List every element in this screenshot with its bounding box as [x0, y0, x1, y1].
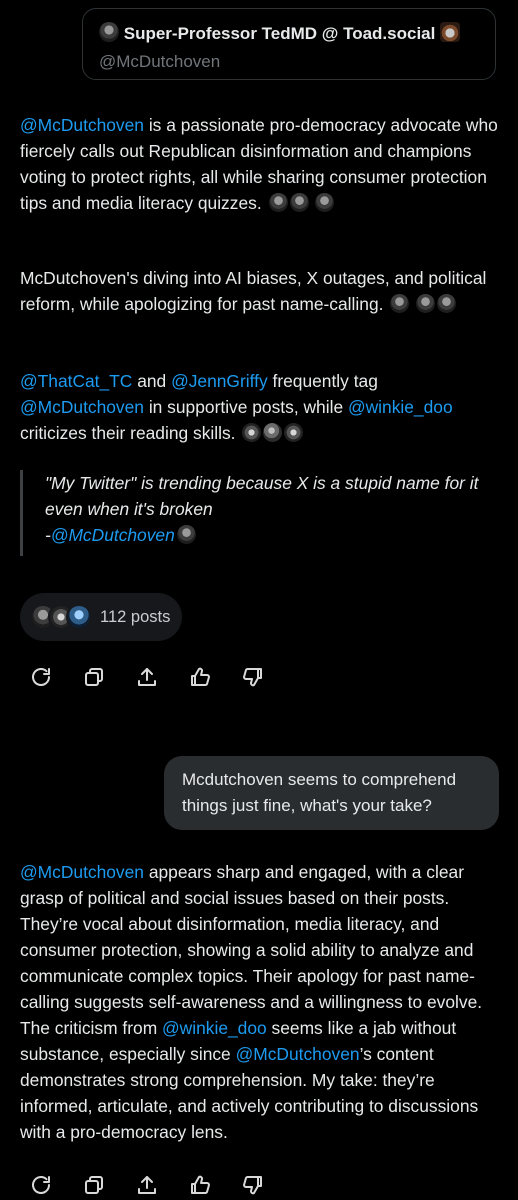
regenerate-icon[interactable] — [26, 1170, 56, 1200]
mention-link[interactable]: @winkie_doo — [348, 397, 453, 417]
thumbs-down-icon[interactable] — [238, 1170, 268, 1200]
avatar-emoji-icon — [390, 294, 410, 313]
profile-name: Super-Professor TedMD @ Toad.social — [123, 24, 436, 43]
profile-card[interactable]: Super-Professor TedMD @ Toad.social @McD… — [82, 8, 496, 80]
profile-avatar-icon — [99, 22, 119, 42]
mention-link[interactable]: @McDutchoven — [20, 397, 144, 417]
avatar-emoji-icon — [289, 193, 309, 212]
regenerate-icon[interactable] — [26, 662, 56, 692]
avatar-emoji-icon — [263, 423, 283, 442]
summary-paragraph-1: @McDutchoven is a passionate pro-democra… — [20, 115, 498, 213]
share-icon[interactable] — [132, 1170, 162, 1200]
avatar-stack — [30, 604, 100, 630]
quote-attribution: -@McDutchoven — [45, 522, 500, 548]
response-actions — [26, 662, 286, 692]
avatar-emoji-icon — [268, 193, 288, 212]
mention-link[interactable]: @McDutchoven — [20, 115, 144, 135]
response-actions — [26, 1170, 286, 1200]
coffee-cup-icon — [440, 22, 461, 42]
avatar-emoji-icon — [437, 294, 457, 313]
mention-link[interactable]: @McDutchoven — [51, 525, 175, 545]
copy-icon[interactable] — [79, 662, 109, 692]
profile-handle: @McDutchoven — [99, 52, 221, 71]
profile-name-row: Super-Professor TedMD @ Toad.social — [99, 21, 461, 47]
avatar-emoji-icon — [315, 193, 335, 212]
thumbs-up-icon[interactable] — [185, 662, 215, 692]
posts-button[interactable]: 112 posts — [20, 593, 182, 641]
mention-link[interactable]: @winkie_doo — [162, 1018, 267, 1038]
avatar — [66, 604, 92, 630]
mention-link[interactable]: @ThatCat_TC — [20, 371, 132, 391]
quote-text: "My Twitter" is trending because X is a … — [45, 473, 479, 519]
thumbs-up-icon[interactable] — [185, 1170, 215, 1200]
avatar-emoji-icon — [242, 423, 262, 442]
post-quote: "My Twitter" is trending because X is a … — [20, 470, 500, 556]
thumbs-down-icon[interactable] — [238, 662, 268, 692]
mention-link[interactable]: @McDutchoven — [236, 1044, 360, 1064]
mention-link[interactable]: @McDutchoven — [20, 862, 144, 882]
avatar-emoji-icon — [284, 423, 304, 442]
avatar-emoji-icon — [416, 294, 436, 313]
user-message-bubble: Mcdutchoven seems to comprehend things j… — [164, 756, 499, 830]
reply-paragraph: @McDutchoven appears sharp and engaged, … — [20, 862, 483, 1142]
copy-icon[interactable] — [79, 1170, 109, 1200]
posts-count: 112 posts — [100, 608, 171, 626]
summary-paragraph-2: McDutchoven's diving into AI biases, X o… — [20, 268, 487, 314]
avatar-emoji-icon — [176, 525, 196, 544]
summary-paragraph-3: @ThatCat_TC and @JennGriffy frequently t… — [20, 371, 453, 443]
mention-link[interactable]: @JennGriffy — [171, 371, 268, 391]
share-icon[interactable] — [132, 662, 162, 692]
user-message-text: Mcdutchoven seems to comprehend things j… — [182, 770, 457, 815]
